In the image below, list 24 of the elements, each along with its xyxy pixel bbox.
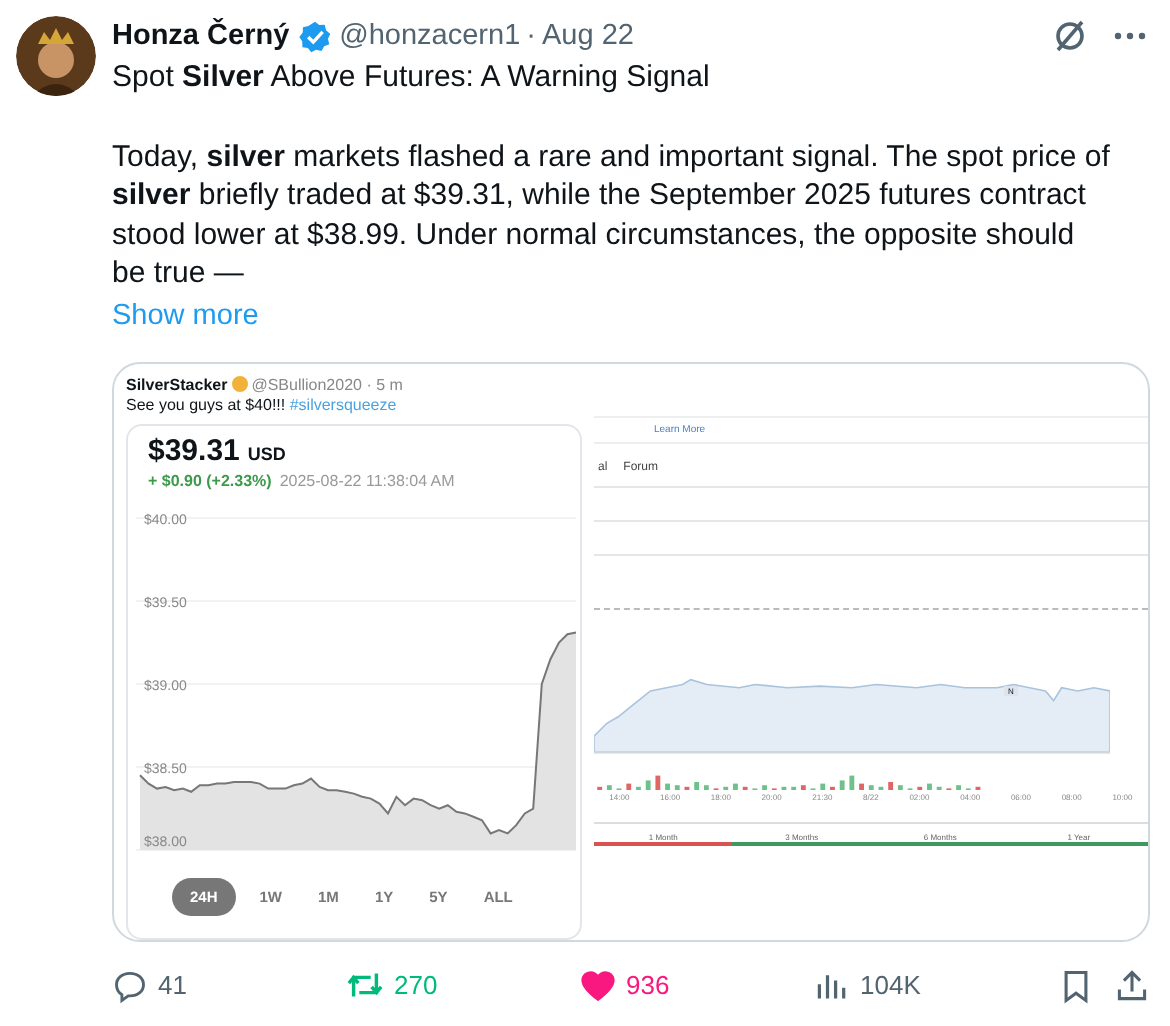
like-button[interactable]: 936: [580, 967, 814, 1004]
heart-icon: [580, 967, 616, 1004]
timestamp: 2025-08-22 11:38:04 AM: [279, 471, 455, 490]
post-date[interactable]: Aug 22: [541, 20, 634, 52]
separator: ·: [526, 20, 536, 52]
hashtag-link: #silversqueeze: [289, 395, 397, 414]
author-name[interactable]: Honza Černý: [112, 20, 290, 52]
price: $39.31: [148, 433, 240, 468]
show-more-link[interactable]: Show more: [112, 299, 259, 332]
embedded-post-text: See you guys at $40!!! #silversqueeze: [126, 395, 399, 414]
reply-icon: [112, 967, 148, 1004]
avatar[interactable]: [16, 16, 96, 96]
embedded-author-name: SilverStacker: [126, 375, 228, 394]
post-text: Today, silver markets flashed a rare and important signal. The spot price of silver briefly traded at $39.31, while the September 2025 futures contract stood lower at $38.99. Under normal circumstances, the opposite should be true —: [112, 137, 1112, 294]
slashed-circle-icon[interactable]: [1050, 16, 1090, 56]
repost-button[interactable]: 270: [346, 966, 580, 1005]
post-title: Spot Silver Above Futures: A Warning Signal: [112, 58, 712, 98]
reply-button[interactable]: 41: [112, 967, 346, 1004]
views-button[interactable]: 104K: [814, 967, 1048, 1004]
price-change: + $0.90 (+2.33%): [148, 471, 272, 490]
share-icon[interactable]: [1114, 967, 1150, 1004]
embedded-author-handle: @SBullion2020 · 5 m: [251, 375, 403, 394]
currency: USD: [247, 443, 286, 464]
author-handle[interactable]: @honzacern1: [339, 20, 521, 52]
